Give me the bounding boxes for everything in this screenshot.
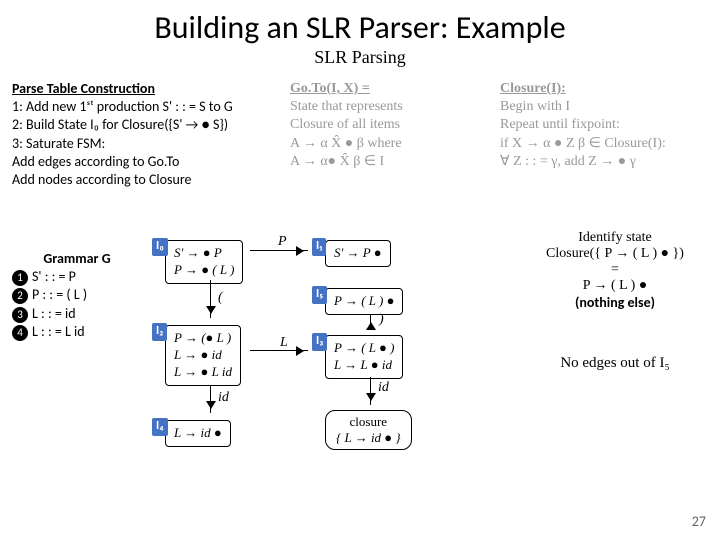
ptc-line: 1: Add new 1ˢᵗ production S' : : = S to … — [12, 98, 262, 116]
edge-label-id: id — [218, 390, 229, 406]
state-item: L → ● L id — [174, 364, 232, 381]
grammar-rule: 4L : : = L id — [12, 323, 142, 341]
edge-label-id: id — [378, 380, 389, 396]
edge-label-P: P — [278, 234, 287, 250]
ptc-line: Add edges according to Go.To — [12, 153, 262, 171]
state-label-i1: I₁ — [312, 238, 326, 256]
goto-line: Closure of all items — [290, 116, 470, 134]
goto-line: A → α● X̂ β ∈ I — [290, 153, 470, 171]
closure-box-item: { L → id ● } — [336, 430, 401, 446]
slide-title: Building an SLR Parser: Example — [0, 0, 720, 47]
closure-box: closure { L → id ● } — [325, 410, 412, 450]
edge-label-lparen: ( — [218, 290, 223, 306]
grammar-rule: 2P : : = ( L ) — [12, 286, 142, 304]
closure-line: Repeat until fixpoint: — [500, 116, 710, 134]
no-edges-note: No edges out of I₅ — [520, 355, 710, 372]
page-number: 27 — [692, 513, 706, 530]
state-label-i5: I₅ — [312, 286, 327, 304]
state-i3: I₃ P → ( L ● ) L → L ● id — [325, 335, 403, 379]
ptc-line: 3: Saturate FSM: — [12, 135, 262, 153]
arrow-icon — [370, 377, 371, 405]
ptc-header: Parse Table Construction — [12, 80, 262, 98]
grammar-rule: 3L : : = id — [12, 305, 142, 323]
state-item: S' → ● P — [174, 245, 234, 262]
state-item: L → L ● id — [334, 357, 394, 374]
closure-line: if X → α ● Z β ∈ Closure(I): — [500, 135, 710, 153]
parse-table-construction: Parse Table Construction 1: Add new 1ˢᵗ … — [12, 80, 262, 189]
arrow-icon — [250, 350, 308, 351]
state-item: P → ( L ) ● — [334, 293, 394, 310]
grammar-g: Grammar G 1S' : : = P 2P : : = ( L ) 3L … — [12, 250, 142, 341]
edge-label-L: L — [280, 335, 288, 351]
goto-definition: Go.To(I, X) = State that represents Clos… — [290, 80, 470, 171]
identify-state: Identify state Closure({ P → ( L ) ● }) … — [520, 230, 710, 311]
state-label-i3: I₃ — [312, 333, 327, 351]
state-label-i2: I₂ — [152, 323, 167, 341]
closure-box-label: closure — [336, 414, 401, 430]
state-label-i0: I₀ — [152, 238, 168, 256]
state-label-i4: I₄ — [152, 418, 168, 436]
arrow-icon — [250, 250, 308, 251]
closure-line: Begin with I — [500, 98, 710, 116]
state-i1: I₁ S' → P ● — [325, 240, 391, 267]
state-i4: I₄ L → id ● — [165, 420, 231, 447]
state-i5: I₅ P → ( L ) ● — [325, 288, 403, 315]
state-item: P → ● ( L ) — [174, 262, 234, 279]
ident-line: = — [520, 262, 710, 278]
ident-line: (nothing else) — [520, 294, 710, 311]
state-i2: I₂ P → (● L ) L → ● id L → ● L id — [165, 325, 241, 386]
grammar-rule: 1S' : : = P — [12, 268, 142, 286]
ident-line: P → ( L ) ● — [520, 278, 710, 294]
state-item: L → ● id — [174, 347, 232, 364]
arrow-icon — [210, 385, 211, 413]
grammar-header: Grammar G — [12, 250, 142, 268]
goto-line: A → α X̂ ● β where — [290, 135, 470, 153]
ptc-line: 2: Build State I₀ for Closure({S' → ● S}… — [12, 116, 262, 134]
slide-subtitle: SLR Parsing — [0, 47, 720, 68]
state-item: S' → P ● — [334, 245, 382, 262]
state-item: P → (● L ) — [174, 330, 232, 347]
closure-header: Closure(I): — [500, 80, 710, 98]
goto-line: State that represents — [290, 98, 470, 116]
ident-line: Closure({ P → ( L ) ● }) — [520, 246, 710, 262]
edge-label-rparen: ) — [379, 312, 384, 328]
arrow-icon — [370, 315, 371, 329]
state-i0: I₀ S' → ● P P → ● ( L ) — [165, 240, 243, 284]
state-item: L → id ● — [174, 425, 222, 442]
arrow-icon — [210, 280, 211, 318]
closure-line: ∀ Z : : = γ, add Z → ● γ — [500, 153, 710, 171]
ptc-line: Add nodes according to Closure — [12, 171, 262, 189]
closure-definition: Closure(I): Begin with I Repeat until fi… — [500, 80, 710, 171]
ident-line: Identify state — [520, 230, 710, 246]
state-item: P → ( L ● ) — [334, 340, 394, 357]
goto-header: Go.To(I, X) = — [290, 80, 470, 98]
